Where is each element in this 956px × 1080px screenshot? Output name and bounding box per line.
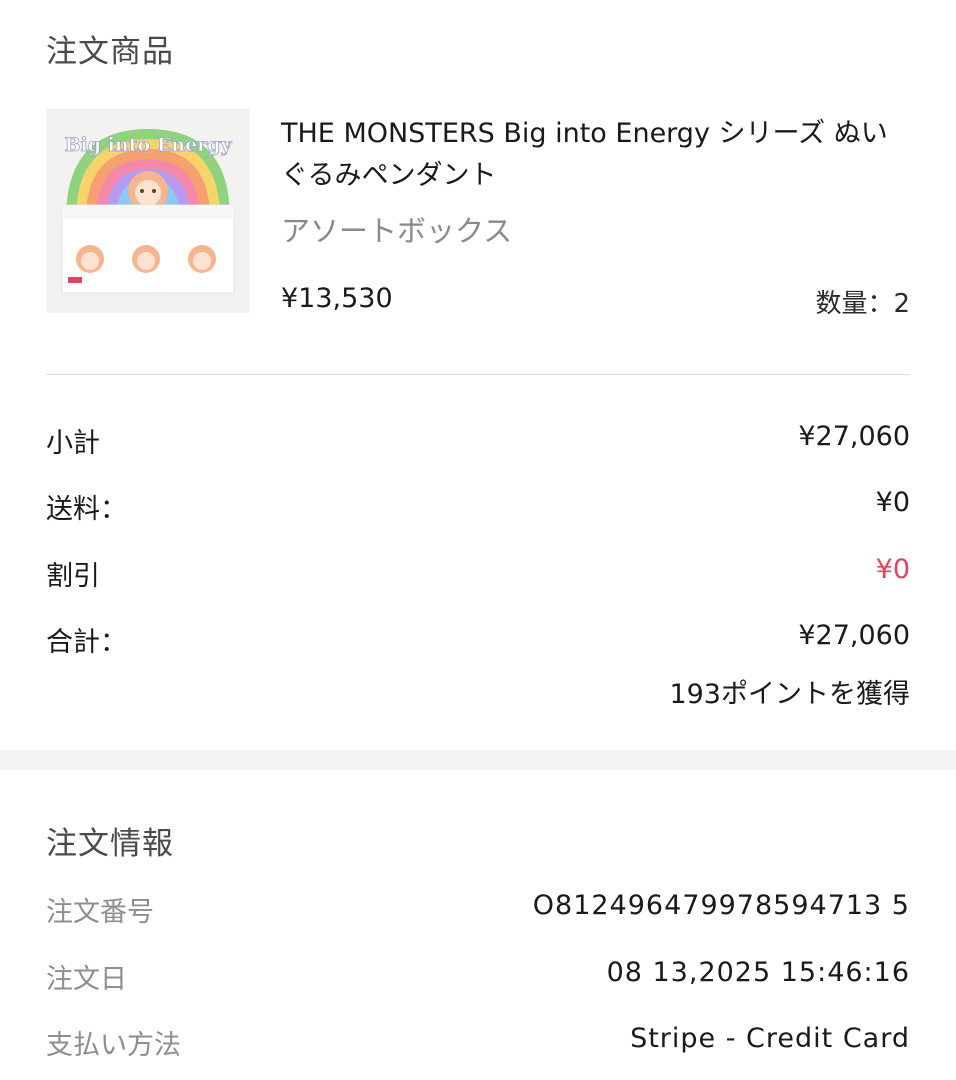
subtotal-value: ¥27,060 [798,421,910,452]
section-separator [0,750,956,770]
order-date-value: 08 13,2025 15:46:16 [606,957,910,988]
order-info-title: 注文情報 [46,826,174,862]
shipping-label: 送料： [46,494,127,525]
order-number-value[interactable]: O812496479978594713 5 [533,890,910,921]
discount-label: 割引 [46,561,100,592]
shipping-value: ¥0 [875,487,910,518]
product-thumbnail[interactable]: Big into Energy [46,109,250,313]
product-variant: アソートボックス [281,214,513,248]
payment-method-label: 支払い方法 [46,1030,181,1061]
order-number-label: 注文番号 [46,897,154,928]
product-name[interactable]: THE MONSTERS Big into Energy シリーズ ぬいぐるみペ… [281,113,901,197]
order-date-label: 注文日 [46,964,127,995]
total-label: 合計： [46,627,127,658]
points-earned: 193ポイントを獲得 [669,679,910,710]
total-value: ¥27,060 [798,620,910,651]
order-items-section: 注文商品 Big into Energy THE MONSTERS Big in… [0,0,956,750]
divider [46,374,910,375]
payment-method-value: Stripe - Credit Card [630,1023,910,1054]
product-logo-text: Big into Energy [65,134,233,156]
subtotal-label: 小計 [46,428,100,459]
discount-value: ¥0 [875,554,910,585]
order-info-section: 注文情報 注文番号 O812496479978594713 5 注文日 08 1… [0,770,956,1080]
product-quantity: 数量：2 [815,289,910,319]
product-image: Big into Energy [46,109,250,313]
order-items-title: 注文商品 [46,34,174,70]
product-price: ¥13,530 [281,283,393,314]
